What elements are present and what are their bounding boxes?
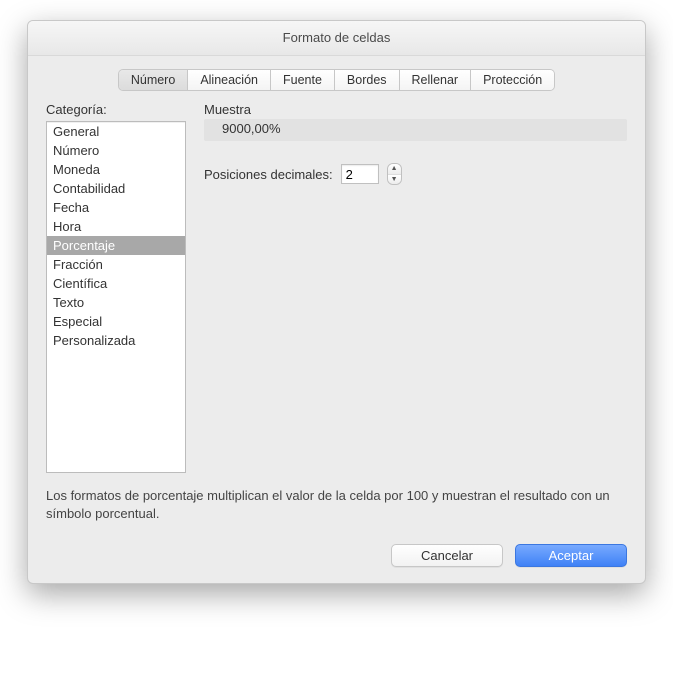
category-item[interactable]: Porcentaje	[47, 236, 185, 255]
category-item[interactable]: Número	[47, 141, 185, 160]
stepper-up-icon[interactable]: ▲	[388, 164, 401, 175]
tab-rellenar[interactable]: Rellenar	[400, 70, 472, 90]
cancel-button[interactable]: Cancelar	[391, 544, 503, 567]
category-label: Categoría:	[46, 102, 186, 117]
tab-protección[interactable]: Protección	[471, 70, 554, 90]
dialog-content: NúmeroAlineaciónFuenteBordesRellenarProt…	[28, 56, 645, 583]
category-item[interactable]: Texto	[47, 293, 185, 312]
category-item[interactable]: General	[47, 122, 185, 141]
sample-value: 9000,00%	[204, 119, 627, 141]
decimal-places-stepper[interactable]: ▲ ▼	[387, 163, 402, 185]
decimal-places-input[interactable]	[341, 164, 379, 184]
category-item[interactable]: Personalizada	[47, 331, 185, 350]
format-description: Los formatos de porcentaje multiplican e…	[46, 487, 627, 522]
stepper-down-icon[interactable]: ▼	[388, 175, 401, 185]
category-item[interactable]: Fecha	[47, 198, 185, 217]
category-item[interactable]: Fracción	[47, 255, 185, 274]
category-item[interactable]: Especial	[47, 312, 185, 331]
sample-label: Muestra	[204, 102, 627, 117]
tab-fuente[interactable]: Fuente	[271, 70, 335, 90]
category-item[interactable]: Hora	[47, 217, 185, 236]
category-item[interactable]: Científica	[47, 274, 185, 293]
category-listbox[interactable]: GeneralNúmeroMonedaContabilidadFechaHora…	[46, 121, 186, 473]
tab-bordes[interactable]: Bordes	[335, 70, 400, 90]
decimal-places-label: Posiciones decimales:	[204, 167, 333, 182]
tab-bar: NúmeroAlineaciónFuenteBordesRellenarProt…	[46, 70, 627, 90]
tab-número[interactable]: Número	[119, 70, 188, 90]
dialog-title: Formato de celdas	[28, 21, 645, 56]
category-item[interactable]: Contabilidad	[47, 179, 185, 198]
category-item[interactable]: Moneda	[47, 160, 185, 179]
ok-button[interactable]: Aceptar	[515, 544, 627, 567]
format-cells-dialog: Formato de celdas NúmeroAlineaciónFuente…	[27, 20, 646, 584]
tab-alineación[interactable]: Alineación	[188, 70, 271, 90]
